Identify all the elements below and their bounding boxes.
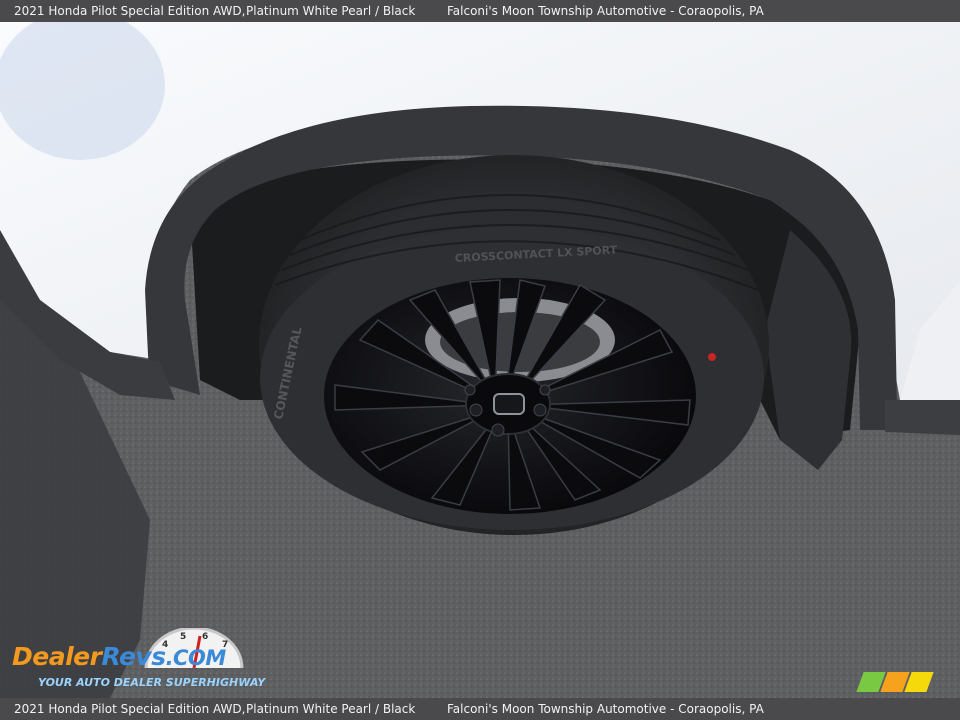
tire-red-dot	[708, 353, 716, 361]
honda-logo-icon	[493, 393, 525, 415]
rocker-trim	[885, 400, 960, 435]
dial-label-6: 6	[202, 632, 209, 642]
vehicle-color: Platinum White Pearl / Black	[246, 4, 416, 18]
vehicle-name: 2021 Honda Pilot Special Edition AWD,	[14, 4, 246, 18]
vehicle-wheel-photo: CROSSCONTACT LX SPORT CONTINENTAL	[0, 22, 960, 698]
watermark-brand-dealer: Dealer	[12, 642, 102, 671]
watermark-brand-revs: Revs	[101, 642, 166, 671]
dial-label-5: 5	[180, 632, 187, 642]
watermark-tagline: YOUR AUTO DEALER SUPERHIGHWAY	[38, 676, 266, 689]
watermark-brand: DealerRevs.COM	[12, 642, 226, 671]
vehicle-color-bottom: Platinum White Pearl / Black	[246, 702, 416, 716]
dealer-name-bottom: Falconi's Moon Township Automotive - Cor…	[447, 702, 764, 716]
caption-bar-top: 2021 Honda Pilot Special Edition AWD, Pl…	[0, 0, 960, 22]
dealerrevs-watermark: 4 5 6 7 DealerRevs.COM YOUR AUTO DEALER …	[12, 628, 266, 694]
yellow-stripe	[904, 672, 934, 692]
color-stripes-logo	[856, 672, 934, 694]
watermark-brand-com: .COM	[165, 646, 227, 670]
caption-bar-bottom: 2021 Honda Pilot Special Edition AWD, Pl…	[0, 698, 960, 720]
vehicle-name-bottom: 2021 Honda Pilot Special Edition AWD,	[14, 702, 246, 716]
dealer-name: Falconi's Moon Township Automotive - Cor…	[447, 4, 764, 18]
